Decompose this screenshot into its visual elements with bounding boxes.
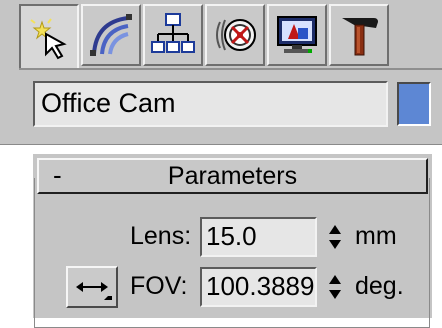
fov-direction-button[interactable] <box>66 266 118 308</box>
fov-unit: deg. <box>355 272 404 300</box>
spinner-arrows-icon <box>329 225 341 249</box>
tab-hierarchy[interactable] <box>143 4 203 66</box>
lens-spinner[interactable] <box>326 218 344 256</box>
object-name-field[interactable]: Office Cam <box>33 81 388 127</box>
parameters-rollout: - Parameters Lens: 15.0 mm FOV: 100.3889… <box>33 154 432 328</box>
motion-wheel-icon <box>216 19 256 51</box>
command-panel: Office Cam <box>0 0 442 145</box>
tab-modify[interactable] <box>81 4 141 66</box>
lens-unit: mm <box>355 222 397 250</box>
fov-label: FOV: <box>130 272 188 300</box>
horizontal-arrows-icon <box>76 282 112 300</box>
spinner-arrows-icon <box>329 275 341 299</box>
command-panel-tabs <box>19 4 442 70</box>
tab-motion[interactable] <box>205 4 265 66</box>
rollout-title: Parameters <box>167 162 298 190</box>
lens-input[interactable]: 15.0 <box>200 217 317 257</box>
lens-label: Lens: <box>130 222 192 250</box>
fov-input[interactable]: 100.3889 <box>200 267 317 307</box>
modify-curve-icon <box>90 14 132 56</box>
tab-utilities[interactable] <box>329 4 389 66</box>
fov-spinner[interactable] <box>326 268 344 306</box>
hammer-icon <box>342 18 378 56</box>
tab-create[interactable] <box>19 4 79 70</box>
object-color-swatch[interactable] <box>397 82 431 126</box>
tab-display[interactable] <box>267 4 327 66</box>
rollout-header[interactable]: - Parameters <box>37 158 428 194</box>
display-monitor-icon <box>277 16 317 53</box>
tab-separator <box>19 68 442 70</box>
hierarchy-icon <box>151 13 195 53</box>
create-wand-icon <box>30 18 67 60</box>
